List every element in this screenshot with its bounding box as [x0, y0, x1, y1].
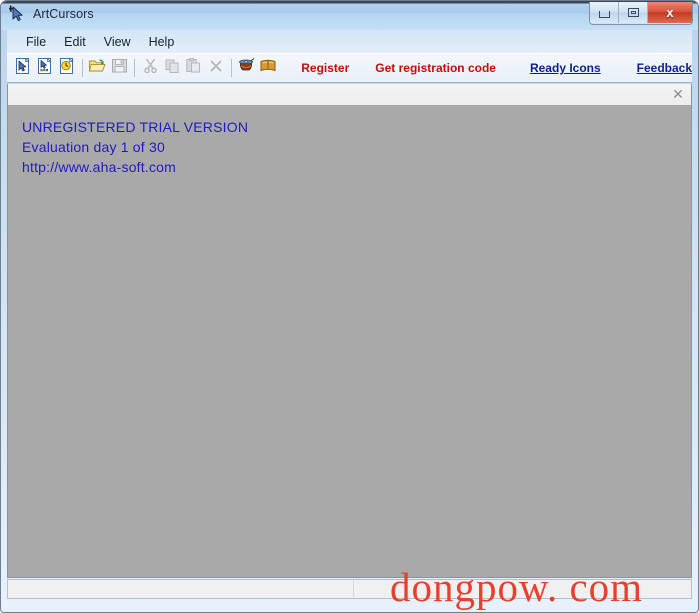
open-button[interactable]: [88, 57, 108, 79]
cut-icon: [142, 57, 159, 79]
save-icon: [111, 57, 128, 79]
application-window: ArtCursors x File Edit View Help Registe…: [0, 0, 699, 613]
menu-edit[interactable]: Edit: [55, 33, 95, 51]
minimize-button[interactable]: [590, 2, 619, 23]
window-title: ArtCursors: [33, 7, 94, 21]
delete-button[interactable]: [206, 57, 226, 79]
cut-button[interactable]: [140, 57, 160, 79]
paste-button[interactable]: [184, 57, 204, 79]
new-animated-cursor-button[interactable]: [57, 57, 77, 79]
close-icon: x: [666, 5, 674, 20]
mdi-close-icon[interactable]: ✕: [669, 86, 687, 103]
new-animated-cursor-icon: [58, 57, 76, 80]
capture-icon: [237, 57, 256, 80]
copy-icon: [164, 57, 181, 79]
cursor-arrow-icon: [7, 5, 27, 23]
trial-evaluation-day: Evaluation day 1 of 30: [22, 139, 165, 155]
save-button[interactable]: [110, 57, 130, 79]
help-book-icon: [259, 58, 277, 79]
new-color-cursor-icon: [36, 57, 54, 80]
menu-bar: File Edit View Help: [7, 30, 692, 53]
mdi-workspace: ✕ UNREGISTERED TRIAL VERSION Evaluation …: [7, 84, 692, 578]
ready-icons-link[interactable]: Ready Icons: [530, 61, 601, 75]
trial-website-link[interactable]: http://www.aha-soft.com: [22, 157, 248, 177]
trial-title: UNREGISTERED TRIAL VERSION: [22, 119, 249, 135]
help-book-button[interactable]: [258, 57, 278, 79]
window-controls: x: [589, 2, 693, 25]
minimize-icon: [598, 11, 610, 18]
close-button[interactable]: x: [648, 2, 692, 23]
menu-help[interactable]: Help: [140, 33, 184, 51]
title-bar-left: ArtCursors: [7, 5, 94, 23]
toolbar-separator: [81, 59, 83, 77]
get-registration-code-link[interactable]: Get registration code: [375, 61, 496, 75]
open-icon: [88, 57, 107, 80]
feedback-link[interactable]: Feedback: [637, 61, 692, 75]
status-pane-primary: [8, 580, 354, 598]
toolbar-separator: [230, 59, 232, 77]
watermark-text: dongpow. com: [390, 564, 644, 610]
mdi-tab-bar: ✕: [8, 84, 691, 106]
paste-icon: [185, 57, 202, 79]
toolbar-separator: [134, 59, 136, 77]
new-color-cursor-button[interactable]: [35, 57, 55, 79]
new-cursor-button[interactable]: [13, 57, 33, 79]
delete-icon: [208, 58, 224, 79]
menu-file[interactable]: File: [17, 33, 55, 51]
maximize-button[interactable]: [619, 2, 648, 23]
title-bar: ArtCursors x: [1, 1, 698, 30]
menu-view[interactable]: View: [95, 33, 140, 51]
toolbar: Register Get registration code Ready Ico…: [7, 53, 692, 83]
maximize-icon: [627, 8, 639, 17]
copy-button[interactable]: [162, 57, 182, 79]
trial-notice: UNREGISTERED TRIAL VERSION Evaluation da…: [22, 117, 248, 177]
capture-button[interactable]: [237, 57, 257, 79]
register-link[interactable]: Register: [301, 61, 349, 75]
new-cursor-icon: [14, 57, 32, 80]
